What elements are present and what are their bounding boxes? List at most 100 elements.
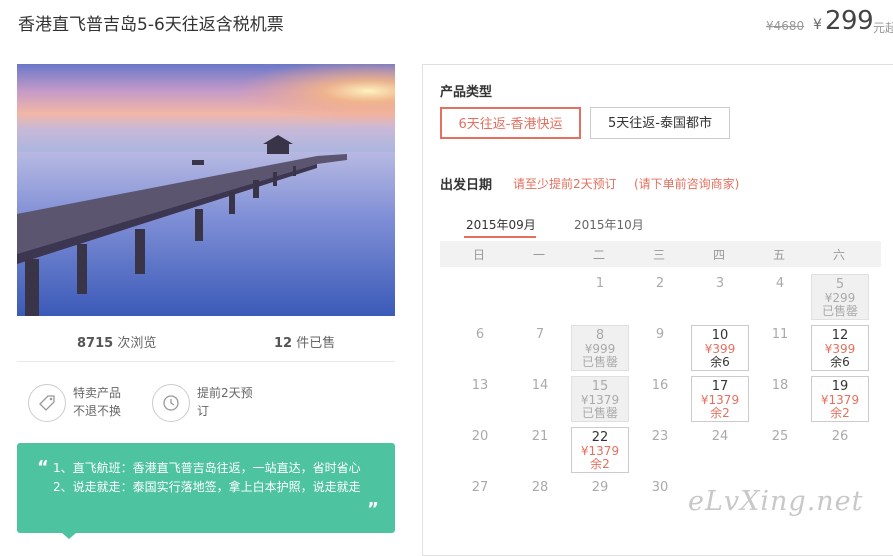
calendar-day-13: 13 [451,376,509,422]
day-number: 14 [531,378,549,393]
day-number: 1 [595,276,605,291]
highlights-pointer [62,533,76,539]
booking-notice: 请至少提前2天预订 [513,177,617,191]
calendar-day-18: 18 [751,376,809,422]
calendar-day-5: 5 ¥299 已售罄 [811,274,869,320]
calendar-day-2: 2 [631,274,689,320]
divider [17,361,395,362]
feature-line: 不退不换 [73,404,122,418]
currency-symbol: ¥ [813,17,822,33]
day-number: 30 [651,480,669,495]
day-number: 6 [475,327,485,342]
calendar-day-22[interactable]: 22 ¥1379 余2 [571,427,629,473]
day-number: 8 [595,328,605,343]
day-number: 15 [591,379,609,394]
weekday-label: 日 [472,248,485,262]
day-number: 27 [471,480,489,495]
sold-stat: 12 件已售 [274,332,335,351]
calendar-day-15: 15 ¥1379 已售罄 [571,376,629,422]
day-number: 17 [711,379,729,394]
product-option-hk-express[interactable]: 6天往返-香港快运 [440,107,581,139]
calendar-day-8: 8 ¥999 已售罄 [571,325,629,371]
open-quote-icon: “ [37,457,49,478]
calendar-day-6: 6 [451,325,509,371]
calendar-day-25: 25 [751,427,809,473]
day-number: 9 [655,327,665,342]
close-quote-icon: ” [367,499,379,520]
feature-special-sale: 特卖产品 不退不换 [73,384,121,420]
calendar-day-17[interactable]: 17 ¥1379 余2 [691,376,749,422]
active-month-indicator [464,236,536,238]
product-type-label: 产品类型 [440,85,493,100]
product-photo[interactable] [17,64,395,316]
day-number: 3 [715,276,725,291]
page-title: 香港直飞普吉岛5-6天往返含税机票 [18,15,284,35]
calendar-day-10[interactable]: 10 ¥399 余6 [691,325,749,371]
weekday-label: 一 [532,248,545,262]
calendar-day-4: 4 [751,274,809,320]
calendar-day-16: 16 [631,376,689,422]
day-number: 5 [835,277,845,292]
day-number: 7 [535,327,545,342]
consult-notice: (请下单前咨询商家) [634,177,740,191]
views-stat: 8715 次浏览 [77,332,156,351]
calendar-day-28: 28 [511,478,569,524]
feature-line: 订 [197,404,210,418]
calendar-day-14: 14 [511,376,569,422]
month-tab-oct[interactable]: 2015年10月 [574,216,644,233]
calendar-day-30: 30 [631,478,689,524]
sold-label: 件已售 [296,336,336,351]
calendar-day-11: 11 [751,325,809,371]
pier-sunset-image [17,64,395,316]
day-stock: 已售罄 [581,406,618,420]
day-number: 24 [711,429,729,444]
weekday-label: 二 [592,248,605,262]
tag-icon [28,384,66,422]
month-tab-sep[interactable]: 2015年09月 [466,216,536,233]
day-number: 10 [711,328,729,343]
views-label: 次浏览 [117,336,157,351]
day-number: 23 [651,429,669,444]
highlights-box: “ 1、直飞航班：香港直飞普吉岛往返，一站直达，省时省心 2、说走就走：泰国实行… [17,443,395,533]
calendar-day-26: 26 [811,427,869,473]
original-price: ¥4680 [766,19,805,33]
day-number: 20 [471,429,489,444]
calendar-day-24: 24 [691,427,749,473]
feature-line: 特卖产品 [73,386,122,400]
day-number: 4 [775,276,785,291]
calendar-day-19[interactable]: 19 ¥1379 余2 [811,376,869,422]
day-stock: 已售罄 [821,304,858,318]
day-number: 28 [531,480,549,495]
day-stock: 余2 [710,406,730,420]
day-number: 25 [771,429,789,444]
clock-icon [152,384,190,422]
weekday-label: 四 [712,248,725,262]
day-number: 18 [771,378,789,393]
day-number: 22 [591,430,609,445]
weekday-label: 六 [832,248,845,262]
calendar-day-12[interactable]: 12 ¥399 余6 [811,325,869,371]
price-unit: 元起 [873,21,893,35]
current-price: 299 [825,6,874,36]
day-stock: 余6 [830,355,850,369]
product-option-thai-city[interactable]: 5天往返-泰国都市 [590,107,730,139]
highlight-line: 1、直飞航班：香港直飞普吉岛往返，一站直达，省时省心 [53,461,361,475]
calendar-day-7: 7 [511,325,569,371]
day-number: 12 [831,328,849,343]
calendar-day-9: 9 [631,325,689,371]
weekday-label: 五 [772,248,785,262]
stats-bar: 8715 次浏览 12 件已售 [17,328,395,352]
feature-line: 提前2天预 [197,386,253,400]
day-number: 13 [471,378,489,393]
day-number: 21 [531,429,549,444]
day-number: 16 [651,378,669,393]
day-stock: 余6 [710,355,730,369]
day-stock: 余2 [830,406,850,420]
watermark: eLvXing.net [688,486,864,517]
views-count: 8715 [77,336,114,351]
sold-count: 12 [274,336,293,351]
day-number: 26 [831,429,849,444]
calendar-day-21: 21 [511,427,569,473]
feature-advance-booking: 提前2天预 订 [197,384,253,420]
day-number: 29 [591,480,609,495]
